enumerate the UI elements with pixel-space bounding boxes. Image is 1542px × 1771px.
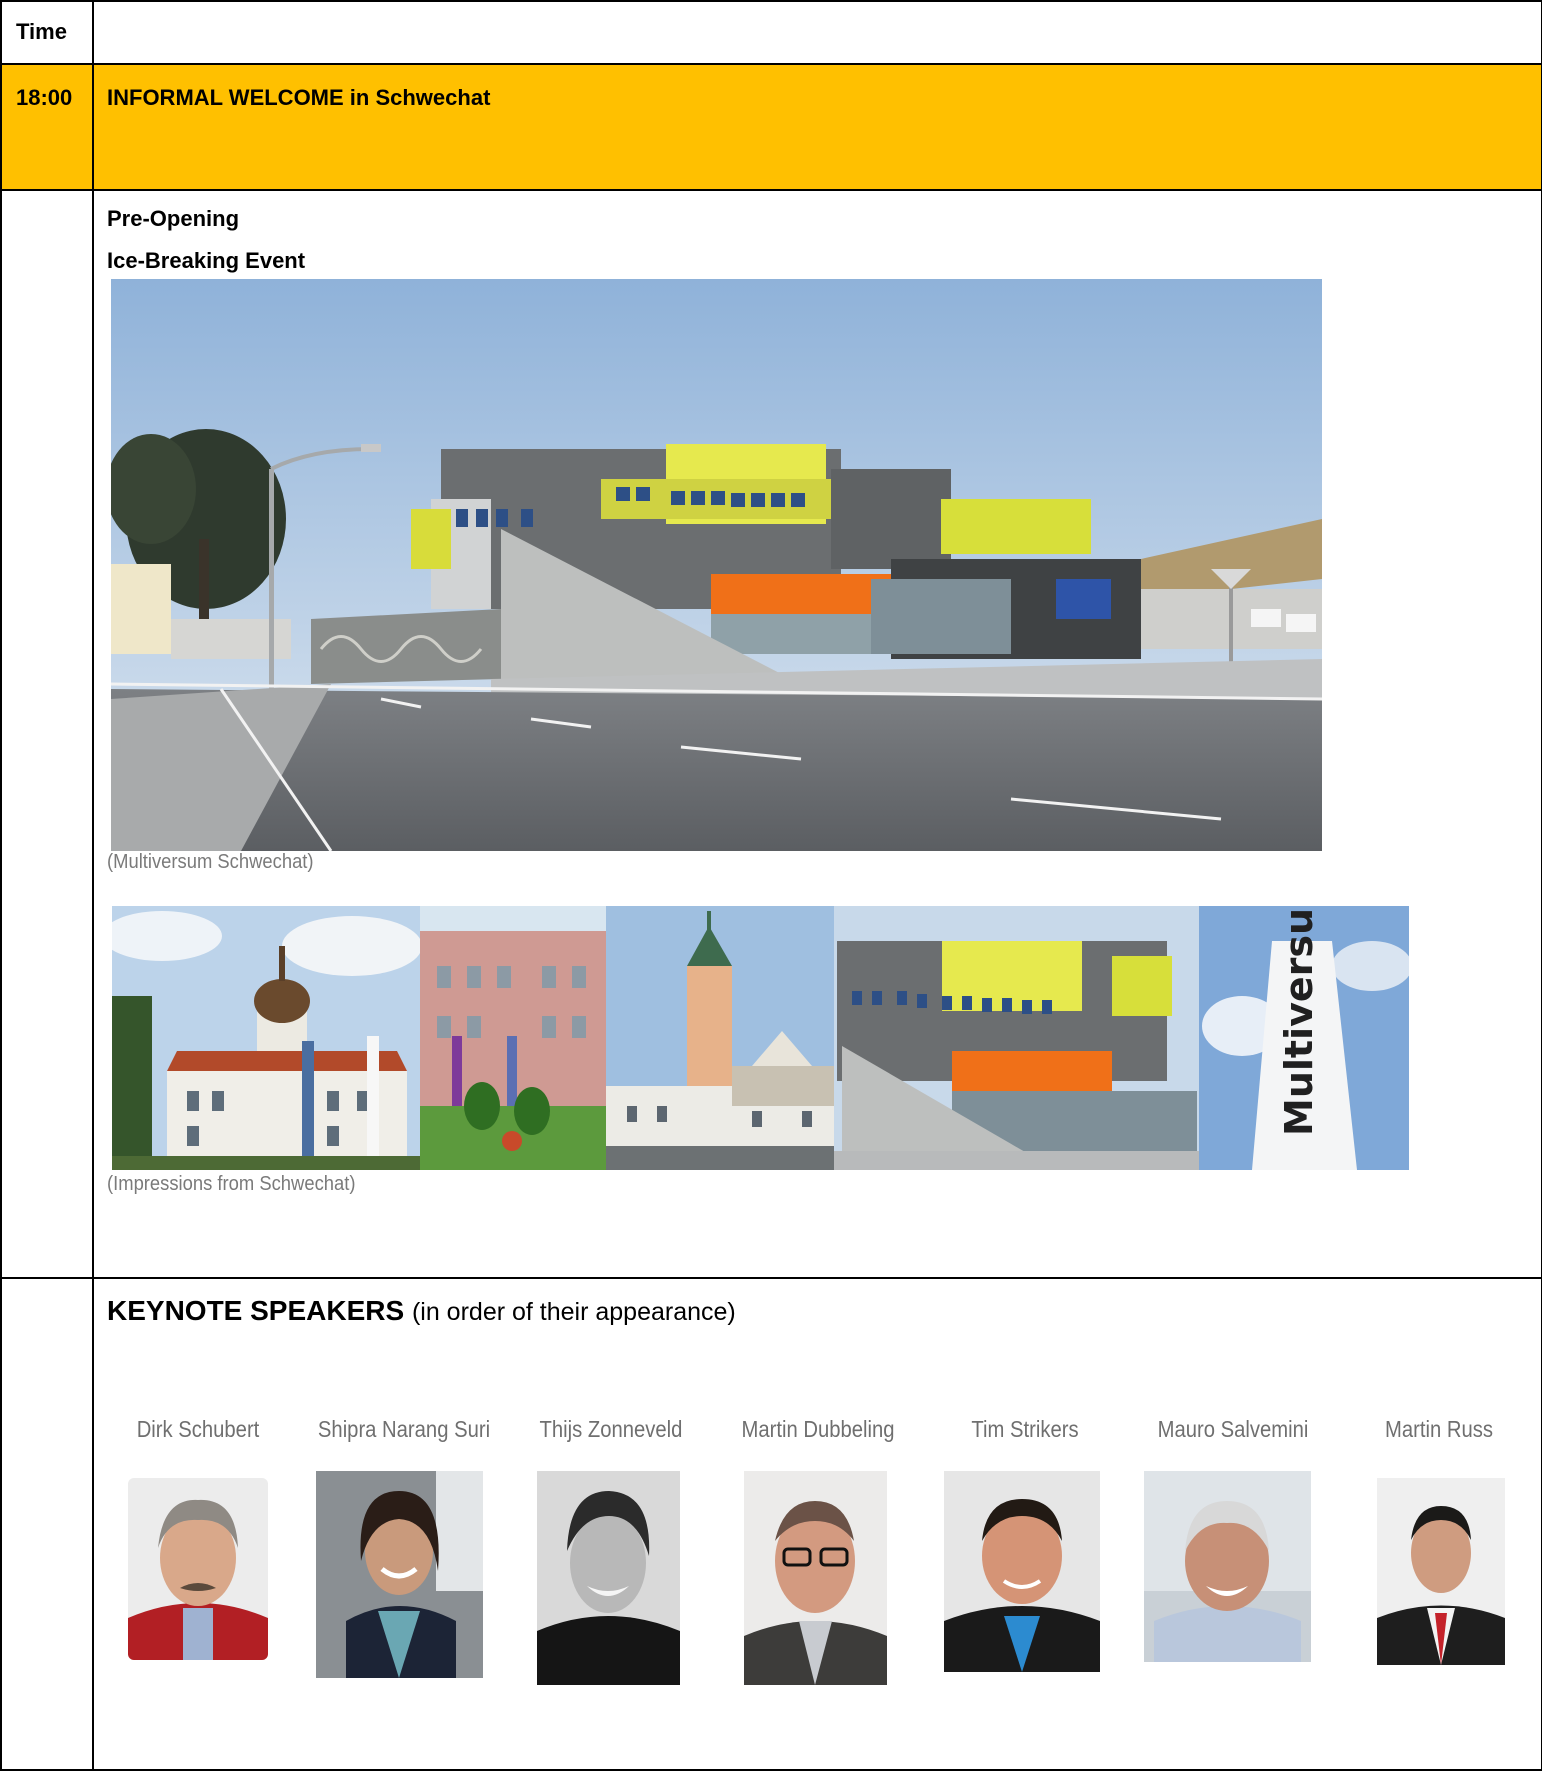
welcome-row: 18:00 INFORMAL WELCOME in Schwechat <box>0 63 1542 191</box>
agenda-page: Time 18:00 INFORMAL WELCOME in Schwechat… <box>0 0 1542 1771</box>
keynote-heading: KEYNOTE SPEAKERS (in order of their appe… <box>107 1295 736 1327</box>
speaker-photo-1 <box>128 1478 268 1660</box>
pre-opening-cell: Pre-Opening Ice-Breaking Event (Multiver… <box>92 189 1542 1279</box>
speaker-photo-4 <box>744 1471 887 1685</box>
pre-opening-heading: Pre-Opening <box>107 206 240 231</box>
speaker-photo-3 <box>537 1471 680 1685</box>
speaker-photo-6 <box>1144 1471 1311 1662</box>
keynote-row: KEYNOTE SPEAKERS (in order of their appe… <box>0 1277 1542 1771</box>
multiversum-sign-photo: Multiversum <box>1199 906 1409 1170</box>
church-photo <box>606 906 834 1170</box>
speaker-name-2: Shipra Narang Suri <box>317 1416 491 1442</box>
multiversum-photo <box>834 906 1199 1170</box>
time-column-header: Time <box>0 0 94 65</box>
header-row: Time <box>0 0 1542 65</box>
keynote-title: KEYNOTE SPEAKERS <box>107 1295 405 1326</box>
agenda-table: Time 18:00 INFORMAL WELCOME in Schwechat… <box>0 0 1542 1771</box>
welcome-title: INFORMAL WELCOME in Schwechat <box>92 63 1542 191</box>
multiversum-building-photo <box>111 279 1322 851</box>
keynote-cell: KEYNOTE SPEAKERS (in order of their appe… <box>92 1277 1542 1771</box>
welcome-time: 18:00 <box>0 63 94 191</box>
multiversum-sign-text: Multiversum <box>1277 906 1321 1136</box>
speaker-name-6: Mauro Salvemini <box>1157 1416 1309 1442</box>
keynote-time-cell <box>0 1277 94 1771</box>
speaker-photo-5 <box>944 1471 1100 1672</box>
speaker-name-1: Dirk Schubert <box>136 1416 260 1442</box>
speaker-name-5: Tim Strikers <box>971 1416 1079 1442</box>
pink-building-photo <box>420 906 606 1170</box>
castle-photo <box>112 906 422 1170</box>
ice-breaking-heading: Ice-Breaking Event <box>107 248 306 273</box>
speaker-photo-2 <box>316 1471 483 1678</box>
speaker-name-7: Martin Russ <box>1385 1416 1493 1442</box>
speaker-name-3: Thijs Zonneveld <box>539 1416 683 1442</box>
speaker-photo-7 <box>1377 1478 1505 1665</box>
impressions-photo-strip: Multiversum <box>112 906 1409 1170</box>
main-column-header <box>92 0 1542 65</box>
pre-opening-row: Pre-Opening Ice-Breaking Event (Multiver… <box>0 189 1542 1279</box>
impressions-caption: (Impressions from Schwechat) <box>107 1173 356 1195</box>
pre-opening-time-cell <box>0 189 94 1279</box>
multiversum-caption: (Multiversum Schwechat) <box>107 851 314 873</box>
keynote-subtitle: (in order of their appearance) <box>411 1298 736 1326</box>
speaker-name-4: Martin Dubbeling <box>741 1416 895 1442</box>
